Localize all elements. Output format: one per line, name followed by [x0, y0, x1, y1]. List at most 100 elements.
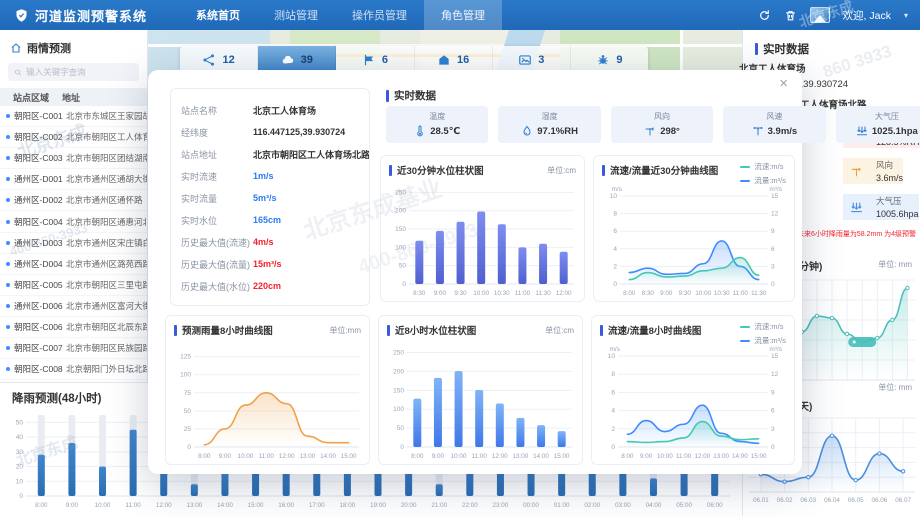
station-table-header: 站点区域 地址 — [0, 88, 147, 106]
station-region: 朝阳区-C004 — [14, 216, 66, 228]
nav-actions — [758, 9, 797, 22]
anemometer-icon — [752, 125, 764, 137]
station-region: 朝阳区-C005 — [14, 279, 66, 291]
info-label: 实时流速 — [181, 170, 253, 183]
svg-text:15:00: 15:00 — [751, 453, 767, 460]
svg-text:50: 50 — [184, 408, 192, 415]
map-stat-value: 16 — [457, 54, 469, 66]
rain8-chart: 02550751001258:009:0010:0011:0012:0013:0… — [168, 340, 367, 462]
info-row: 实时流速 1m/s — [181, 165, 359, 187]
svg-text:14:00: 14:00 — [320, 453, 336, 460]
route-icon — [202, 53, 216, 67]
info-row: 经纬度 116.447125,39.930724 — [181, 121, 359, 143]
station-row[interactable]: 通州区-D003 北京市通州区宋庄镇白庙村 — [0, 233, 147, 254]
station-region: 朝阳区-C001 — [14, 110, 66, 122]
rain-forecast-title-row: 雨情预测 — [0, 30, 147, 63]
info-row: 历史最大值(流速) 4m/s — [181, 231, 359, 253]
info-value: 4m/s — [253, 237, 274, 247]
tile-circle — [843, 158, 869, 184]
bullet-dot-icon — [6, 198, 10, 202]
svg-text:22:00: 22:00 — [462, 502, 478, 509]
nav-tab-label: 系统首页 — [196, 7, 240, 23]
tile-label: 湿度 — [498, 111, 600, 122]
svg-text:11:00: 11:00 — [472, 453, 488, 460]
svg-text:200: 200 — [395, 208, 406, 215]
station-region: 朝阳区-C007 — [14, 342, 66, 354]
station-detail-modal: × 站点名称 北京工人体育场 经纬度 116.447125,39.930724 … — [148, 70, 802, 474]
station-row[interactable]: 朝阳区-C008 北京朝阳门外日坛北路 — [0, 359, 147, 380]
svg-text:0: 0 — [613, 281, 617, 288]
svg-text:10:30: 10:30 — [714, 290, 730, 297]
svg-text:10: 10 — [16, 478, 24, 485]
svg-text:8:00: 8:00 — [411, 453, 424, 460]
station-row[interactable]: 朝阳区-C007 北京市朝阳区民族园路 — [0, 338, 147, 359]
nav-right: 欢迎, Jack ▾ — [758, 7, 920, 23]
close-icon[interactable]: × — [779, 75, 788, 92]
station-row[interactable]: 朝阳区-C001 北京市东城区王家园胡同 — [0, 106, 147, 127]
nav-tab[interactable]: 角色管理 — [424, 0, 502, 30]
svg-text:15:00: 15:00 — [341, 453, 357, 460]
svg-text:19:00: 19:00 — [370, 502, 386, 509]
station-row[interactable]: 朝阳区-C004 北京市朝阳区通惠河北路 — [0, 211, 147, 232]
pressure-icon — [850, 201, 863, 214]
svg-text:9: 9 — [771, 389, 775, 396]
station-row[interactable]: 朝阳区-C006 北京市朝阳区北辰东路 — [0, 317, 147, 338]
station-search — [8, 63, 139, 81]
svg-text:11:00: 11:00 — [125, 502, 141, 509]
flag-icon — [362, 53, 376, 67]
avatar[interactable] — [810, 7, 830, 23]
cloud-icon — [281, 53, 295, 67]
nav-tab[interactable]: 操作员管理 — [335, 0, 424, 30]
svg-text:9:00: 9:00 — [640, 453, 653, 460]
station-row[interactable]: 通州区-D004 北京市通州区潞苑西路 — [0, 254, 147, 275]
bullet-dot-icon — [6, 135, 10, 139]
flow30-card: 流速/流量近30分钟曲线图 流速:m/s 流量:m³/s 00234669812… — [593, 155, 795, 302]
svg-text:10:00: 10:00 — [238, 453, 254, 460]
svg-text:8:00: 8:00 — [198, 453, 211, 460]
chevron-down-icon[interactable]: ▾ — [904, 11, 908, 20]
svg-text:100: 100 — [393, 406, 404, 413]
station-row[interactable]: 通州区-D006 北京市通州区富河大街 — [0, 296, 147, 317]
flow8-chart: 002346698121015m/sm³/s8:009:0010:0011:00… — [594, 340, 792, 462]
refresh-icon[interactable] — [758, 9, 771, 22]
legend-dash-icon — [740, 166, 750, 168]
trash-icon[interactable] — [784, 9, 797, 22]
realtime-tile: 温度 28.5℃ — [386, 106, 488, 143]
svg-text:06:00: 06:00 — [707, 502, 723, 509]
svg-text:8:00: 8:00 — [623, 290, 636, 297]
svg-text:01:00: 01:00 — [554, 502, 570, 509]
station-row[interactable]: 通州区-D002 北京市通州区通怀路 — [0, 190, 147, 211]
search-input[interactable] — [26, 67, 133, 77]
station-address: 北京市东城区王家园胡同 — [66, 110, 147, 122]
flow8-card: 流速/流量8小时曲线图 流速:m/s 流量:m³/s 0023466981210… — [591, 315, 795, 465]
svg-text:14:00: 14:00 — [533, 453, 549, 460]
svg-text:0: 0 — [611, 444, 615, 451]
svg-text:150: 150 — [395, 226, 406, 233]
bullet-dot-icon — [6, 241, 10, 245]
nav-tab[interactable]: 系统首页 — [179, 0, 257, 30]
realtime-panel-title: 实时数据 — [763, 41, 809, 57]
svg-text:10:00: 10:00 — [657, 453, 673, 460]
svg-text:6: 6 — [771, 246, 775, 253]
tile-value: 1025.1hpa — [872, 126, 918, 137]
svg-text:16:00: 16:00 — [278, 502, 294, 509]
svg-text:13:00: 13:00 — [513, 453, 529, 460]
chart-title: 流速/流量8小时曲线图 — [608, 323, 701, 337]
nav-tab[interactable]: 测站管理 — [257, 0, 335, 30]
station-row[interactable]: 通州区-D001 北京市通州区通胡大街 — [0, 169, 147, 190]
station-row[interactable]: 朝阳区-C005 北京市朝阳区三里屯路 — [0, 275, 147, 296]
flow30-chart: 002346698121015m/sm³/s8:008:309:009:3010… — [596, 180, 792, 299]
tile-circle — [843, 194, 869, 220]
info-label: 站点地址 — [181, 148, 253, 161]
info-label: 历史最大值(流量) — [181, 258, 253, 271]
svg-text:12:00: 12:00 — [279, 453, 295, 460]
nav-tab-label: 角色管理 — [441, 7, 485, 23]
legend-label: 流量:m³/s — [754, 335, 786, 346]
station-row[interactable]: 朝阳区-C003 北京市朝阳区团结湖南里 — [0, 148, 147, 169]
svg-text:3: 3 — [771, 426, 775, 433]
station-row[interactable]: 朝阳区-C002 北京市朝阳区工人体育场北路 — [0, 127, 147, 148]
svg-text:9:00: 9:00 — [66, 502, 79, 509]
info-label: 实时流量 — [181, 192, 253, 205]
svg-text:0: 0 — [771, 281, 775, 288]
legend-label: 流速:m/s — [754, 161, 783, 172]
